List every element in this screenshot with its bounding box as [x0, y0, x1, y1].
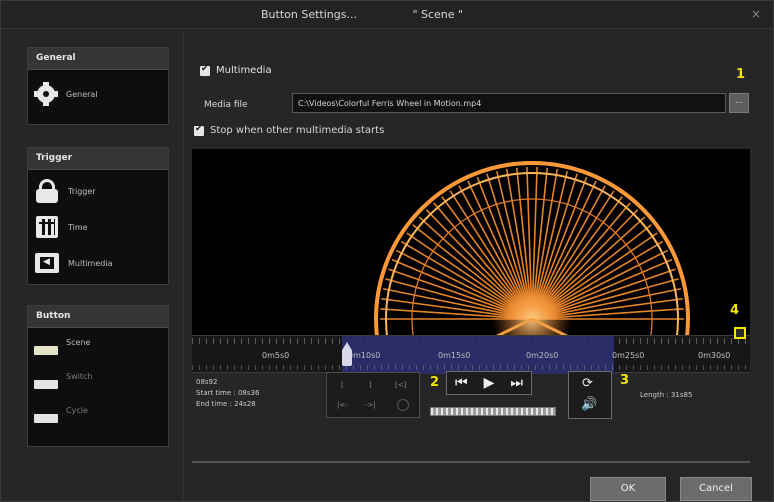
- sidebar-item-general[interactable]: General: [34, 82, 98, 106]
- close-icon[interactable]: ×: [751, 7, 761, 21]
- timeline-tick-label: 0m30s0: [698, 351, 731, 360]
- sidebar-item-label: Switch: [66, 372, 93, 381]
- window-title-text: Button Settings...: [261, 8, 357, 21]
- set-end-button[interactable]: ]: [369, 381, 372, 389]
- video-preview: [192, 149, 750, 363]
- button-settings-window: Button Settings... " Scene " × General G…: [0, 0, 774, 502]
- volume-icon[interactable]: 🔊: [581, 397, 597, 412]
- sidebar-item-label: Cycle: [66, 406, 88, 415]
- sidebar-item-cycle[interactable]: Cycle: [34, 406, 88, 423]
- sidebar-item-switch[interactable]: Switch: [34, 372, 92, 389]
- timeline-end-handle[interactable]: [734, 327, 746, 339]
- reset-icon[interactable]: [397, 399, 409, 411]
- stop-label: Stop when other multimedia starts: [210, 125, 385, 136]
- window-title: Button Settings... " Scene ": [261, 8, 463, 21]
- start-time: Start time : 08s36: [196, 389, 260, 397]
- sidebar-header-general: General: [28, 48, 168, 70]
- lock-icon: [34, 178, 60, 204]
- set-start-button[interactable]: [: [341, 381, 344, 389]
- window-scene-title: " Scene ": [412, 8, 464, 21]
- time-info: 08s92 Start time : 08s36 End time : 24s2…: [196, 377, 259, 410]
- loop-icon[interactable]: ⟳: [582, 376, 593, 391]
- sidebar-item-label: Trigger: [68, 186, 96, 196]
- multimedia-icon: [34, 250, 60, 276]
- button-swatch-icon: [34, 380, 58, 389]
- end-time: End time : 24s28: [196, 400, 256, 408]
- play-icon[interactable]: ▶: [484, 376, 495, 390]
- range-edit-controls: [ ] [<] |<- ->|: [326, 372, 420, 418]
- playback-options: ⟳ 🔊: [568, 371, 612, 419]
- multimedia-checkbox-row[interactable]: Multimedia: [200, 64, 272, 77]
- title-bar: Button Settings... " Scene " ×: [1, 1, 773, 29]
- transport-controls: ⏮ ▶ ⏭: [446, 371, 532, 395]
- ok-button[interactable]: OK: [590, 477, 666, 501]
- sidebar-section-trigger: Trigger Trigger Time Multimedia: [27, 147, 169, 285]
- sidebar-item-label: General: [66, 89, 98, 99]
- multimedia-checkbox[interactable]: [200, 64, 210, 76]
- current-time: 08s92: [196, 378, 218, 386]
- timeline[interactable]: 0m5s0 0m10s0 0m15s0 0m20s0 0m25s0 0m30s0: [192, 335, 750, 374]
- multimedia-label: Multimedia: [216, 65, 272, 76]
- go-end-button[interactable]: ->|: [365, 401, 376, 409]
- button-swatch-icon: [34, 346, 58, 355]
- stop-checkbox[interactable]: [194, 124, 204, 136]
- sidebar-header-trigger: Trigger: [28, 148, 168, 170]
- browse-button[interactable]: ...: [729, 93, 749, 113]
- callout-3: 3: [620, 373, 630, 388]
- length-info: Length : 31s85: [640, 391, 693, 399]
- callout-2: 2: [430, 375, 440, 390]
- timeline-tick-label: 0m15s0: [438, 351, 471, 360]
- timeline-tick-label: 0m20s0: [526, 351, 559, 360]
- sidebar-item-multimedia[interactable]: Multimedia: [34, 250, 112, 276]
- callout-4: 4: [730, 303, 740, 318]
- timeline-tick-label: 0m5s0: [262, 351, 290, 360]
- sidebar-item-label: Time: [68, 222, 88, 232]
- sidebar-item-time[interactable]: Time: [34, 214, 88, 240]
- button-swatch-icon: [34, 414, 58, 423]
- sidebar-section-general: General General: [27, 47, 169, 125]
- sidebar-section-button: Button Scene Switch Cycle: [27, 305, 169, 447]
- gear-icon: [34, 82, 58, 106]
- playback-progress-bar[interactable]: [430, 407, 556, 416]
- callout-1: 1: [736, 67, 746, 82]
- divider: [192, 461, 750, 463]
- timeline-tick-label: 0m10s0: [348, 351, 381, 360]
- sidebar-item-label: Multimedia: [68, 258, 113, 268]
- skip-forward-icon[interactable]: ⏭: [510, 376, 523, 390]
- ferris-wheel-image: [192, 149, 750, 363]
- trim-button[interactable]: [<]: [395, 381, 406, 389]
- sidebar-header-button: Button: [28, 306, 168, 328]
- media-file-label: Media file: [204, 100, 248, 110]
- media-file-input[interactable]: [292, 93, 726, 113]
- go-start-button[interactable]: |<-: [337, 401, 348, 409]
- calendar-icon: [34, 214, 60, 240]
- main-panel: Multimedia 1 Media file ... Stop when ot…: [183, 31, 774, 501]
- cancel-button[interactable]: Cancel: [680, 477, 752, 501]
- sidebar-item-scene[interactable]: Scene: [34, 338, 90, 355]
- sidebar-item-label: Scene: [66, 338, 91, 347]
- sidebar-item-trigger[interactable]: Trigger: [34, 178, 96, 204]
- skip-back-icon[interactable]: ⏮: [455, 376, 468, 390]
- stop-checkbox-row[interactable]: Stop when other multimedia starts: [194, 124, 385, 137]
- timeline-tick-label: 0m25s0: [612, 351, 645, 360]
